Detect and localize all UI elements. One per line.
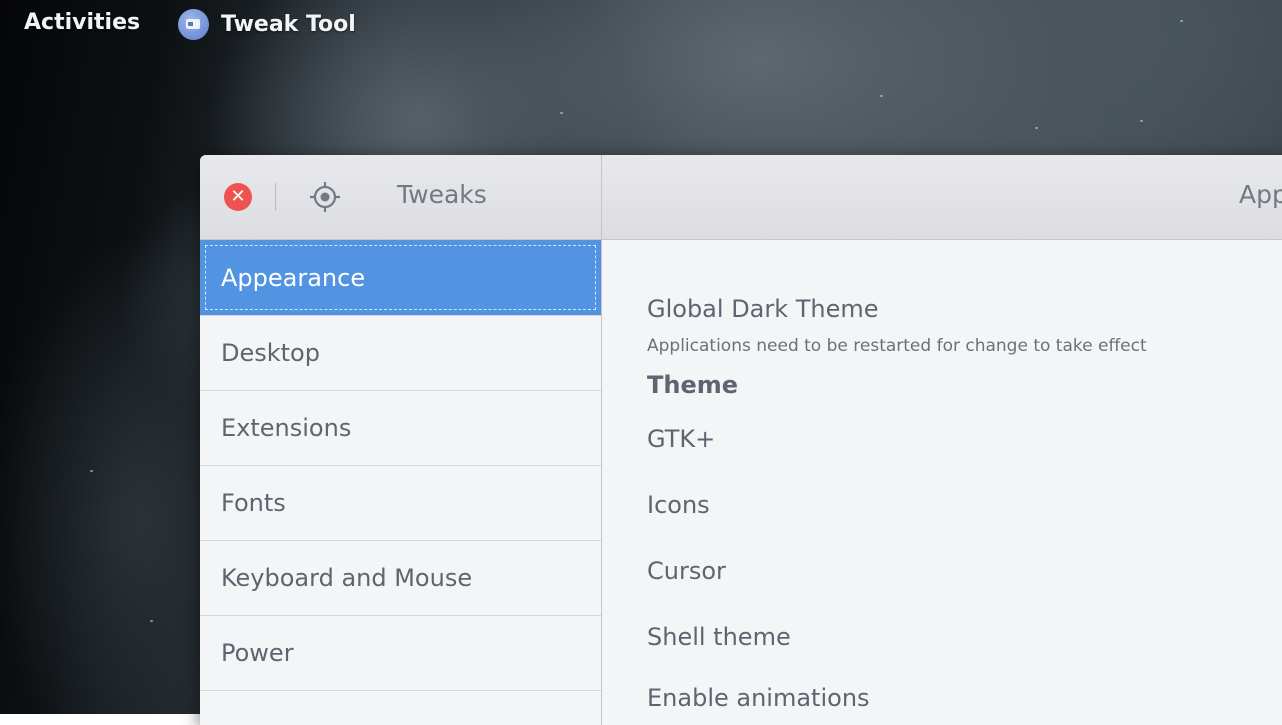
header-separator	[275, 183, 276, 211]
wallpaper-speck	[150, 620, 153, 622]
header-left-pane: ✕ Tweaks	[200, 155, 602, 239]
enable-animations-label: Enable animations	[647, 684, 870, 712]
icons-theme-label: Icons	[647, 491, 710, 519]
sidebar-item-label: Keyboard and Mouse	[221, 564, 473, 592]
tweak-tool-window: ✕ Tweaks Appearance Appearance Desktop	[200, 155, 1282, 725]
sidebar-item-power[interactable]: Power	[200, 616, 601, 691]
wallpaper-speck	[560, 112, 563, 114]
sidebar-item-label: Appearance	[221, 263, 366, 292]
sidebar-header-title: Tweaks	[397, 180, 487, 209]
gtk-theme-label: GTK+	[647, 425, 716, 453]
crosshair-icon	[310, 182, 340, 212]
top-bar: Activities Tweak Tool	[0, 0, 1282, 48]
global-dark-theme-label: Global Dark Theme	[647, 295, 879, 323]
sidebar-item-label: Power	[221, 639, 294, 667]
wallpaper-speck	[1140, 120, 1143, 122]
sidebar-item-label: Fonts	[221, 489, 286, 517]
sidebar-item-label: Desktop	[221, 339, 320, 367]
sidebar-item-appearance[interactable]: Appearance	[200, 240, 601, 316]
app-menu-label: Tweak Tool	[221, 11, 356, 37]
sidebar-item-desktop[interactable]: Desktop	[200, 316, 601, 391]
wallpaper-speck	[1035, 127, 1038, 129]
theme-section-heading: Theme	[647, 371, 739, 399]
wallpaper-speck	[90, 470, 93, 472]
sidebar-item-label: Extensions	[221, 414, 352, 442]
header-bar: ✕ Tweaks Appearance	[200, 155, 1282, 240]
sidebar-item-keyboard-and-mouse[interactable]: Keyboard and Mouse	[200, 541, 601, 616]
cursor-theme-label: Cursor	[647, 557, 726, 585]
settings-panel: Global Dark Theme Applications need to b…	[602, 240, 1282, 725]
app-menu[interactable]: Tweak Tool	[178, 8, 356, 40]
close-icon: ✕	[230, 186, 246, 207]
search-toggle-button[interactable]	[308, 180, 342, 214]
sidebar: Appearance Desktop Extensions Fonts Keyb…	[200, 240, 602, 725]
tweak-tool-icon	[178, 8, 209, 40]
sidebar-item-extensions[interactable]: Extensions	[200, 391, 601, 466]
page-title: Appearance	[1239, 180, 1282, 209]
sidebar-item-fonts[interactable]: Fonts	[200, 466, 601, 541]
global-dark-theme-description: Applications need to be restarted for ch…	[647, 336, 1147, 356]
wallpaper-speck	[880, 95, 883, 97]
shell-theme-label: Shell theme	[647, 623, 791, 651]
close-button[interactable]: ✕	[224, 183, 252, 211]
activities-button[interactable]: Activities	[24, 10, 140, 35]
